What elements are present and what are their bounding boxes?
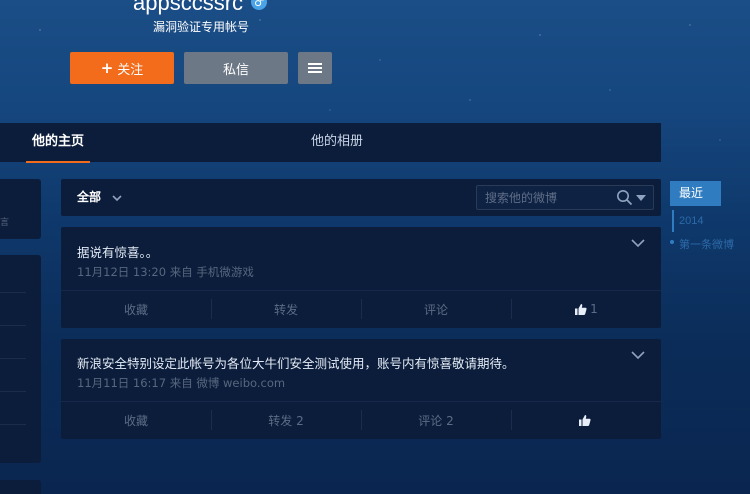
thumbs-up-icon — [579, 414, 591, 426]
timeline-first-post[interactable]: 第一条微博 — [679, 236, 734, 252]
repost-label: 转发 2 — [268, 413, 304, 428]
repost-label: 转发 — [273, 302, 298, 317]
like-button[interactable]: 1 — [511, 291, 661, 327]
message-button[interactable]: 私信 — [184, 52, 288, 84]
post-actions: 收藏 转发 评论 1 — [61, 290, 661, 327]
divider — [0, 325, 26, 326]
profile-description: 漏洞验证专用帐号 — [153, 20, 250, 34]
favorite-label: 收藏 — [123, 302, 148, 317]
timeline-line — [672, 210, 674, 232]
message-label: 私信 — [222, 62, 249, 78]
filter-all-dropdown[interactable]: 全部 — [77, 179, 101, 216]
comment-button[interactable]: 评论 — [361, 291, 511, 327]
search-input[interactable] — [485, 186, 610, 209]
feed-filter-bar: 全部 — [61, 179, 661, 216]
timeline-year[interactable]: 2014 — [679, 215, 703, 227]
tab-home[interactable]: 他的主页 — [25, 123, 91, 163]
timeline-recent[interactable]: 最近 — [670, 181, 721, 206]
male-icon: ♂ — [251, 0, 267, 10]
left-panel-bottom — [0, 480, 41, 494]
like-count: 1 — [590, 302, 598, 316]
comment-label: 评论 — [423, 302, 448, 317]
post-actions: 收藏 转发 2 评论 2 — [61, 401, 661, 438]
chevron-down-icon[interactable] — [631, 238, 645, 248]
comment-label: 评论 2 — [418, 413, 454, 428]
search-box — [476, 185, 654, 210]
timeline-dot — [670, 240, 674, 244]
repost-button[interactable]: 转发 — [211, 291, 361, 327]
plus-icon: + — [100, 59, 114, 77]
tab-album[interactable]: 他的相册 — [311, 123, 363, 162]
favorite-button[interactable]: 收藏 — [61, 291, 211, 327]
search-icon[interactable] — [616, 189, 633, 206]
left-panel-list — [0, 255, 41, 463]
favorite-button[interactable]: 收藏 — [61, 402, 211, 438]
divider — [0, 424, 26, 425]
divider — [0, 391, 26, 392]
more-menu-button[interactable] — [298, 52, 332, 84]
chevron-down-icon[interactable] — [631, 350, 645, 360]
left-panel-top: 言 — [0, 179, 41, 239]
menu-icon — [308, 67, 322, 69]
post-text: 新浪安全特别设定此帐号为各位大牛们安全测试使用，账号内有惊喜敬请期待。 — [77, 356, 515, 371]
cropped-fragment: 言 — [0, 218, 10, 228]
post-card: 新浪安全特别设定此帐号为各位大牛们安全测试使用，账号内有惊喜敬请期待。 11月1… — [61, 339, 661, 439]
follow-label: 关注 — [117, 62, 144, 78]
comment-button[interactable]: 评论 2 — [361, 402, 511, 438]
caret-down-icon[interactable] — [636, 195, 646, 202]
chevron-down-icon[interactable] — [111, 192, 123, 204]
follow-button[interactable]: + 关注 — [70, 52, 174, 84]
post-card: 据说有惊喜。。 11月12日 13:20 来自 手机微游戏 收藏 转发 评论 1 — [61, 227, 661, 328]
divider — [0, 292, 26, 293]
post-meta[interactable]: 11月11日 16:17 来自 微博 weibo.com — [77, 375, 285, 391]
profile-tab-bar: 他的主页 他的相册 — [0, 123, 661, 163]
like-button[interactable] — [511, 402, 661, 438]
profile-name: appsccssrc — [133, 0, 244, 15]
repost-button[interactable]: 转发 2 — [211, 402, 361, 438]
divider — [0, 358, 26, 359]
thumbs-up-icon — [575, 303, 587, 315]
favorite-label: 收藏 — [123, 413, 148, 428]
post-text: 据说有惊喜。。 — [77, 245, 159, 260]
post-meta[interactable]: 11月12日 13:20 来自 手机微游戏 — [77, 264, 254, 280]
